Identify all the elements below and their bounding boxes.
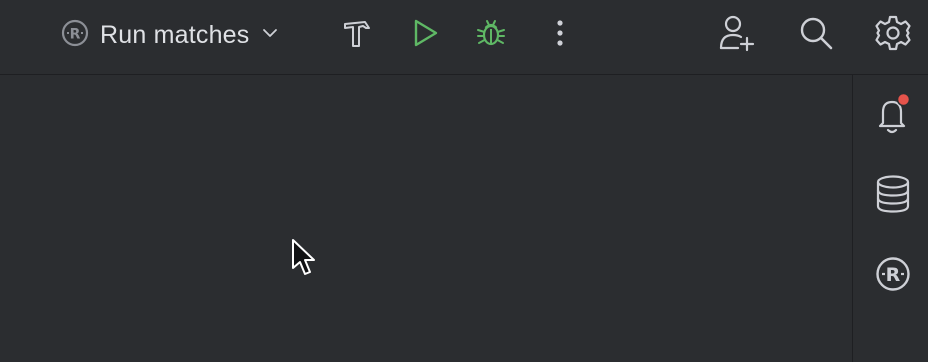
notifications-button[interactable] [871,92,915,141]
settings-button[interactable] [870,12,916,58]
editor-area[interactable] [0,75,852,362]
gear-icon [874,14,912,57]
main-toolbar: R Run matches [0,0,928,75]
play-icon [408,17,440,54]
search-icon [797,14,835,57]
add-user-button[interactable] [713,12,759,58]
right-tool-window-bar: R [852,75,928,362]
build-button[interactable] [335,14,377,56]
rust-r-logo-icon: R [874,255,912,298]
more-vertical-icon [555,17,565,54]
hammer-icon [339,16,373,55]
database-icon [874,174,912,219]
rust-r-logo-icon: R [60,18,90,53]
mouse-cursor-icon [290,238,318,283]
search-button[interactable] [793,12,839,58]
run-config-label: Run matches [100,20,250,49]
run-config-selector[interactable]: R Run matches [60,14,280,56]
add-user-icon [716,13,756,58]
rust-tool-button[interactable]: R [871,254,915,298]
chevron-down-icon [260,23,280,48]
more-actions-button[interactable] [540,14,580,56]
database-button[interactable] [871,174,915,218]
bug-icon [474,16,508,55]
bell-icon [872,92,914,141]
run-button[interactable] [403,14,445,56]
svg-text:R: R [886,264,901,286]
debug-button[interactable] [470,14,512,56]
svg-text:R: R [70,26,81,42]
